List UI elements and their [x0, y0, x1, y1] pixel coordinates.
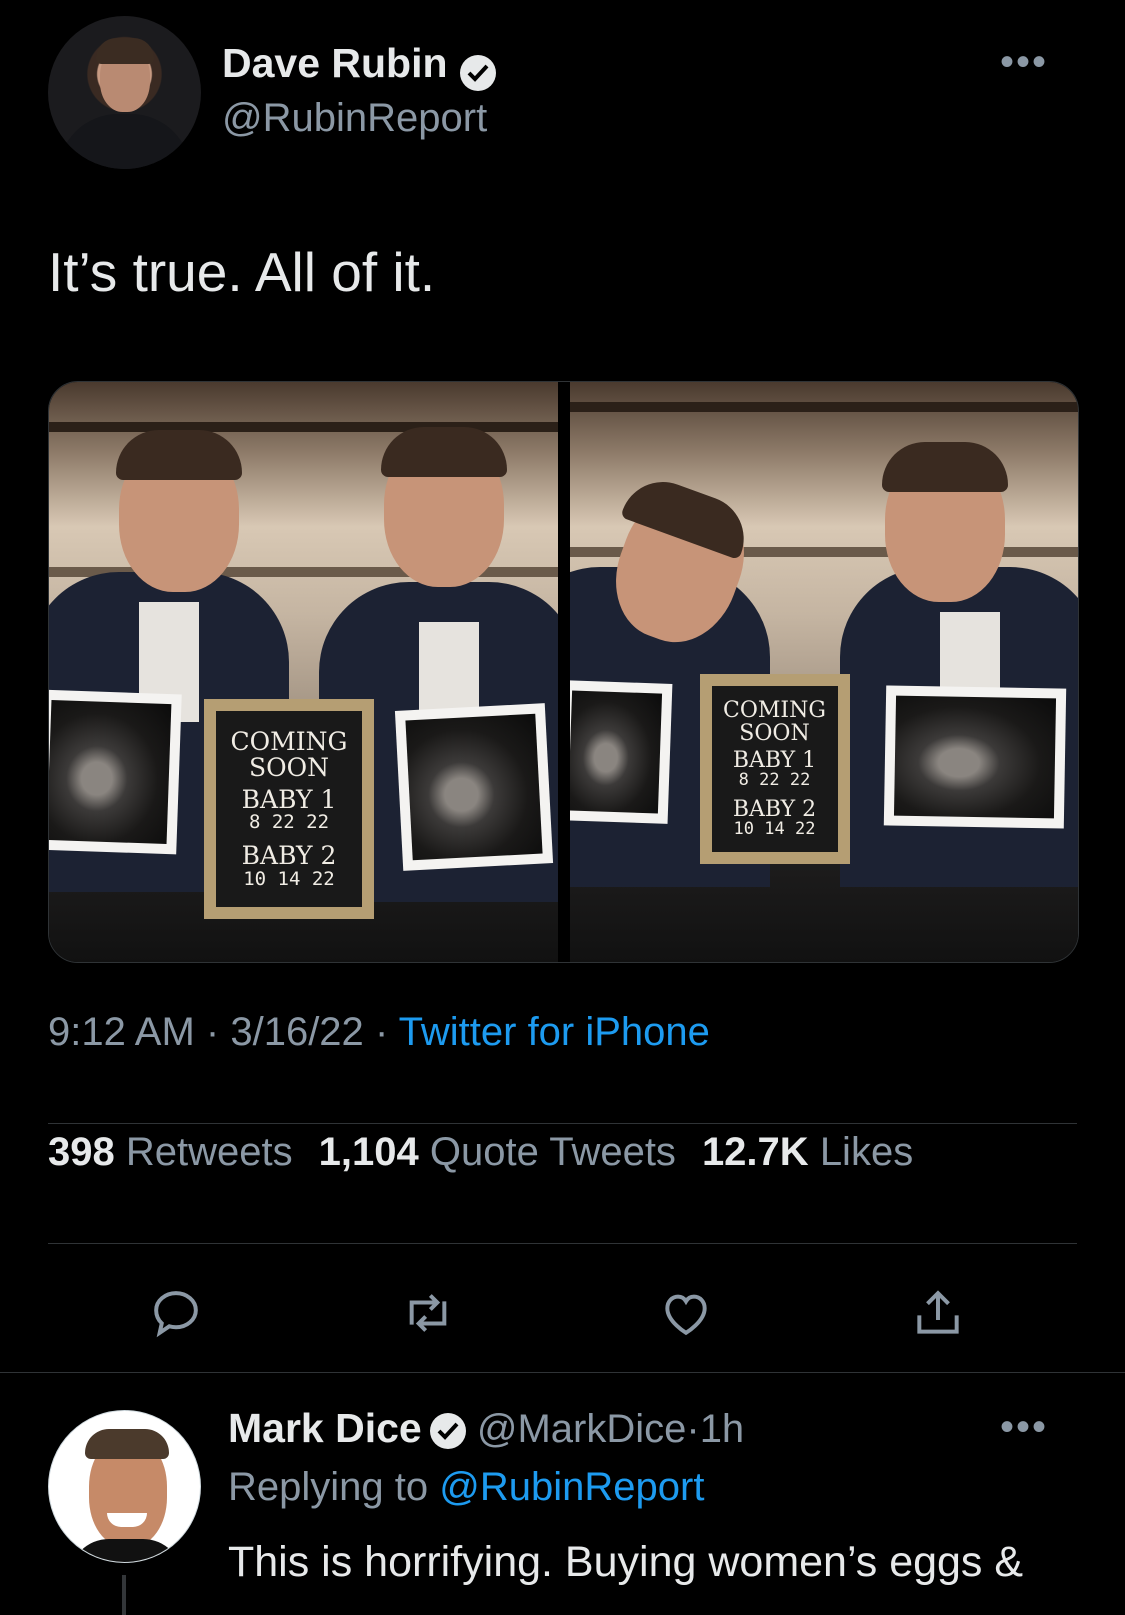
- retweet-icon[interactable]: [400, 1285, 456, 1341]
- tweet-source-link[interactable]: Twitter for iPhone: [399, 1010, 710, 1054]
- retweets-stat[interactable]: 398 Retweets: [48, 1130, 293, 1175]
- tweet-photo-2[interactable]: COMING SOON BABY 1 8 22 22 BABY 2 10 14 …: [569, 382, 1078, 962]
- tweet-stats: 398 Retweets 1,104 Quote Tweets 12.7K Li…: [48, 1130, 913, 1175]
- board-line: SOON: [739, 721, 810, 747]
- likes-stat[interactable]: 12.7K Likes: [702, 1130, 913, 1175]
- author-name-row[interactable]: Dave Rubin: [222, 40, 496, 91]
- tweet-photo-1[interactable]: COMING SOON BABY 1 8 22 22 BABY 2 10 14 …: [49, 382, 558, 962]
- reply-author-handle[interactable]: @MarkDice: [477, 1407, 687, 1451]
- retweets-count: 398: [48, 1130, 115, 1174]
- tweet-time: 9:12 AM: [48, 1010, 195, 1054]
- replying-to-mention[interactable]: @RubinReport: [439, 1465, 704, 1509]
- divider: [48, 1123, 1077, 1124]
- board-line: COMING: [230, 726, 348, 756]
- board-line: BABY 2: [241, 841, 337, 871]
- meta-separator: ·: [686, 1407, 700, 1451]
- reply-age: 1h: [699, 1407, 745, 1451]
- board-line: BABY 1: [732, 748, 817, 774]
- reply-author-avatar[interactable]: [48, 1410, 201, 1563]
- like-icon[interactable]: [658, 1285, 714, 1341]
- divider: [0, 1372, 1125, 1373]
- tweet-media[interactable]: COMING SOON BABY 1 8 22 22 BABY 2 10 14 …: [48, 381, 1079, 963]
- quotes-stat[interactable]: 1,104 Quote Tweets: [319, 1130, 676, 1175]
- reply-icon[interactable]: [148, 1285, 204, 1341]
- author-avatar[interactable]: [48, 16, 201, 169]
- letterboard: COMING SOON BABY 1 8 22 22 BABY 2 10 14 …: [699, 674, 850, 864]
- tweet-date: 3/16/22: [230, 1010, 364, 1054]
- share-icon[interactable]: [910, 1285, 966, 1341]
- likes-label: Likes: [819, 1130, 914, 1174]
- retweets-label: Retweets: [125, 1130, 293, 1174]
- more-options-icon[interactable]: •••: [1000, 40, 1048, 85]
- board-line: 10 14 22: [733, 819, 816, 840]
- replying-to-label: Replying to: [228, 1465, 429, 1509]
- meta-separator: ·: [374, 1010, 389, 1054]
- quotes-count: 1,104: [318, 1130, 419, 1174]
- divider: [48, 1243, 1077, 1244]
- board-line: 8 22 22: [248, 811, 330, 834]
- replying-to: Replying to @RubinReport: [228, 1465, 704, 1510]
- author-handle[interactable]: @RubinReport: [222, 96, 487, 141]
- board-line: 10 14 22: [243, 867, 335, 890]
- reply-author-name[interactable]: Mark Dice: [228, 1405, 422, 1451]
- board-line: BABY 2: [732, 797, 817, 823]
- thread-line: [122, 1575, 126, 1615]
- reply-more-options-icon[interactable]: •••: [1000, 1405, 1048, 1450]
- quotes-label: Quote Tweets: [429, 1130, 676, 1174]
- tweet-meta: 9:12 AM · 3/16/22 · Twitter for iPhone: [48, 1010, 710, 1055]
- reply-text: This is horrifying. Buying women’s eggs …: [228, 1538, 1024, 1586]
- board-line: SOON: [249, 752, 329, 782]
- verified-badge-icon: [460, 54, 496, 91]
- board-line: COMING: [723, 697, 826, 723]
- meta-separator: ·: [205, 1010, 220, 1054]
- tweet-text: It’s true. All of it.: [48, 241, 436, 303]
- reply-header: Mark Dice @MarkDice·1h: [228, 1405, 744, 1452]
- board-line: BABY 1: [241, 785, 337, 815]
- verified-badge-icon: [429, 1413, 466, 1450]
- letterboard: COMING SOON BABY 1 8 22 22 BABY 2 10 14 …: [204, 699, 374, 919]
- likes-count: 12.7K: [701, 1130, 809, 1174]
- board-line: 8 22 22: [738, 770, 811, 791]
- author-name[interactable]: Dave Rubin: [222, 40, 448, 86]
